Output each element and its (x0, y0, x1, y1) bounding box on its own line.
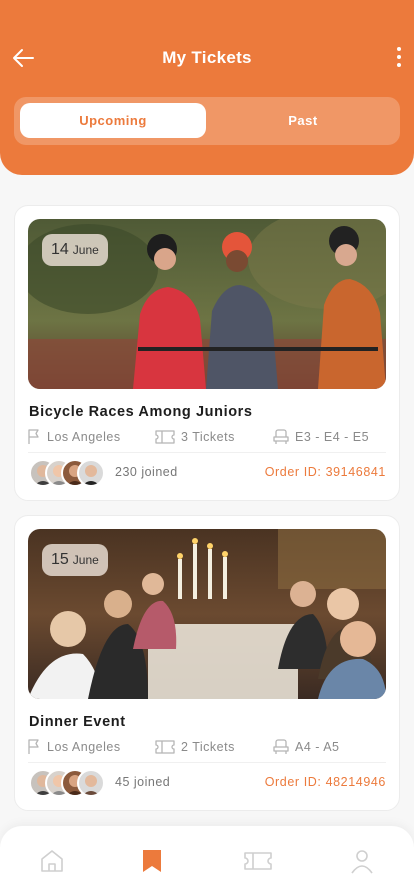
ticket-card[interactable]: 15 June Dinner Event Los Angeles 2 Ticke… (14, 515, 400, 811)
ticket-icon (155, 740, 175, 754)
ticket-icon (155, 430, 175, 444)
ticket-filter-segmented-control: Upcoming Past (14, 97, 400, 145)
event-date-badge: 14 June (42, 234, 108, 266)
tab-bookmarks[interactable] (139, 848, 165, 874)
event-title: Dinner Event (29, 714, 126, 730)
flag-icon (28, 429, 39, 444)
ticket-card[interactable]: 14 June Bicycle Races Among Juniors Los … (14, 205, 400, 501)
event-ticket-count: 2 Tickets (155, 738, 235, 756)
divider (28, 452, 386, 453)
seat-icon (273, 739, 289, 754)
event-title: Bicycle Races Among Juniors (29, 404, 253, 420)
event-ticket-count: 3 Tickets (155, 428, 235, 446)
order-id: Order ID: 48214946 (264, 775, 386, 789)
tab-upcoming[interactable]: Upcoming (20, 103, 206, 138)
divider (28, 762, 386, 763)
event-date-day: 14 (51, 241, 69, 258)
event-seats: E3 - E4 - E5 (273, 428, 369, 446)
event-location: Los Angeles (27, 738, 121, 756)
event-date-month: June (72, 553, 99, 567)
more-vertical-icon (397, 47, 401, 51)
attendee-avatars (29, 459, 109, 487)
event-seats-label: A4 - A5 (295, 740, 340, 754)
order-id: Order ID: 39146841 (264, 465, 386, 479)
joined-count: 230 joined (115, 465, 178, 479)
profile-icon (351, 850, 373, 874)
more-options-button[interactable] (394, 44, 404, 70)
event-ticket-count-label: 2 Tickets (181, 740, 235, 754)
page-title: My Tickets (162, 48, 252, 67)
event-date-day: 15 (51, 551, 69, 568)
event-image: 15 June (28, 529, 386, 699)
seat-icon (273, 429, 289, 444)
bookmark-icon (143, 850, 161, 872)
tab-home[interactable] (39, 848, 65, 874)
tab-profile[interactable] (349, 848, 375, 874)
event-location-label: Los Angeles (47, 740, 121, 754)
ticket-icon (244, 852, 272, 870)
joined-count: 45 joined (115, 775, 171, 789)
event-seats: A4 - A5 (273, 738, 340, 756)
bottom-tab-bar (0, 826, 414, 896)
event-location: Los Angeles (27, 428, 121, 446)
app-header: My Tickets Upcoming Past (0, 0, 414, 175)
avatar (77, 459, 105, 487)
event-seats-label: E3 - E4 - E5 (295, 430, 370, 444)
event-date-month: June (72, 243, 99, 257)
attendee-avatars (29, 769, 109, 797)
event-image: 14 June (28, 219, 386, 389)
event-ticket-count-label: 3 Tickets (181, 430, 235, 444)
flag-icon (28, 739, 39, 754)
event-date-badge: 15 June (42, 544, 108, 576)
tab-tickets[interactable] (243, 848, 273, 874)
event-location-label: Los Angeles (47, 430, 121, 444)
avatar (77, 769, 105, 797)
tab-past[interactable]: Past (210, 103, 396, 138)
home-icon (41, 850, 63, 872)
